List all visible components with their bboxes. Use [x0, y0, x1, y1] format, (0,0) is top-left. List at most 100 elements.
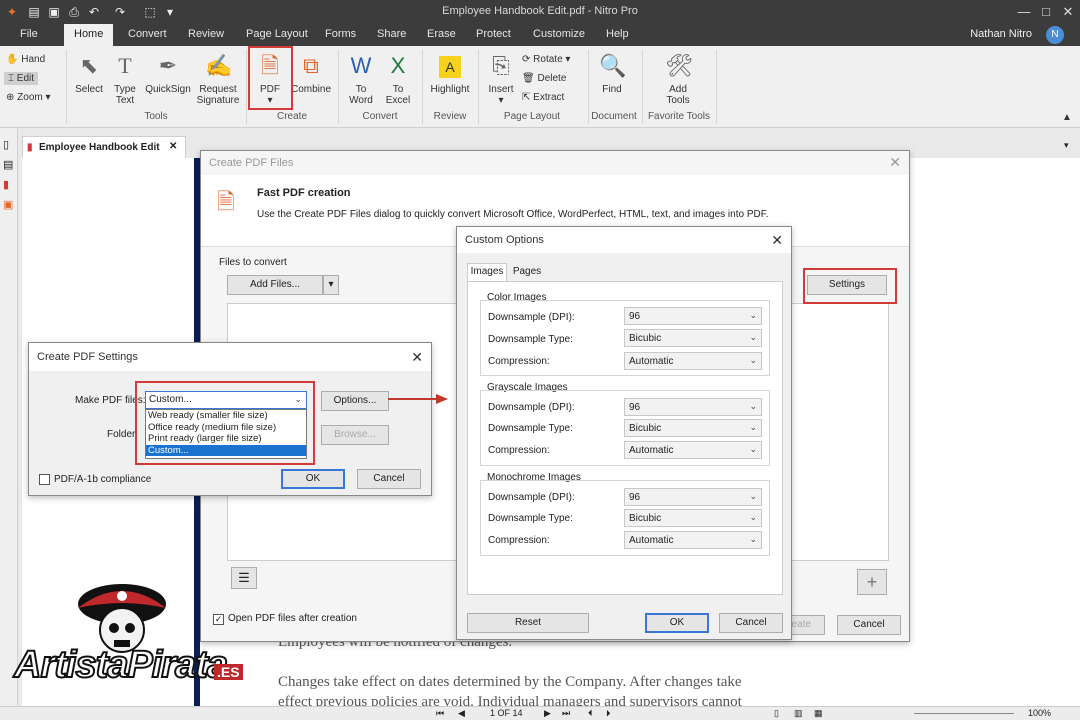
cancel-button[interactable]: Cancel [357, 469, 421, 489]
tab-file[interactable]: File [20, 28, 38, 40]
chevron-down-icon: ⌄ [749, 355, 757, 365]
group-document-label: Document [591, 111, 637, 122]
tabs-dropdown-icon[interactable]: ▾ [1064, 140, 1069, 151]
edit-tool[interactable]: ⌶ Edit [4, 72, 39, 85]
select-button[interactable]: ⬉ Select [72, 52, 106, 95]
combine-button[interactable]: ⧉ Combine [290, 52, 332, 95]
cancel-button[interactable]: Cancel [719, 613, 783, 633]
insert-button[interactable]: ⎘ Insert ▾ [482, 52, 520, 106]
collapse-ribbon-icon[interactable]: ▲ [1062, 112, 1072, 123]
divider [478, 50, 479, 124]
back-icon[interactable]: ⏴ [588, 708, 593, 719]
mono-compression-select[interactable]: Automatic ⌄ [624, 531, 762, 549]
delete-button[interactable]: 🗑 Delete [522, 73, 566, 84]
dialog-title: Custom Options [465, 234, 544, 246]
ribbon: ✋ Hand ⌶ Edit ⊕ Zoom ▾ ⬉ Select T Type Text… [0, 46, 1080, 128]
add-files-button[interactable]: Add Files... [227, 275, 323, 295]
highlight-button[interactable]: A Highlight [426, 52, 474, 95]
cancel-button[interactable]: Cancel [837, 615, 901, 635]
next-page-icon[interactable]: ▶ [544, 708, 551, 719]
request-signature-button[interactable]: ✍ Request Signature [194, 52, 242, 106]
page-indicator[interactable]: 1 OF 14 [490, 708, 523, 718]
folder-label: Folder [107, 429, 136, 440]
color-type-select[interactable]: Bicubic ⌄ [624, 329, 762, 347]
zoom-level[interactable]: 100% [1028, 708, 1051, 718]
first-page-icon[interactable]: ⏮ [436, 708, 444, 719]
chevron-down-icon: ⌄ [749, 401, 757, 411]
close-tab-icon[interactable]: ✕ [169, 141, 177, 152]
forward-icon[interactable]: ⏵ [606, 708, 611, 719]
document-tab[interactable]: ▮ Employee Handbook Edit ✕ [22, 136, 186, 158]
window-title: Employee Handbook Edit.pdf - Nitro Pro [442, 5, 638, 17]
close-icon[interactable]: ✕ [1056, 2, 1080, 22]
find-button[interactable]: 🔍 Find [594, 52, 630, 95]
mono-type-select[interactable]: Bicubic ⌄ [624, 509, 762, 527]
chevron-down-icon: ⌄ [749, 491, 757, 501]
color-compression-select[interactable]: Automatic ⌄ [624, 352, 762, 370]
comments-icon[interactable]: ▣ [3, 198, 13, 211]
close-icon[interactable]: ✕ [889, 154, 901, 171]
gray-type-select[interactable]: Bicubic ⌄ [624, 419, 762, 437]
options-button[interactable]: Options... [321, 391, 389, 411]
hand-tool[interactable]: ✋ Hand [6, 54, 45, 65]
pages-icon[interactable]: ▯ [3, 138, 9, 151]
avatar[interactable]: N [1046, 26, 1064, 44]
gray-compression-select[interactable]: Automatic ⌄ [624, 441, 762, 459]
to-excel-button[interactable]: X To Excel [381, 52, 415, 106]
last-page-icon[interactable]: ⏭ [562, 708, 570, 719]
rotate-button[interactable]: ⟳ Rotate ▾ [522, 54, 570, 65]
close-icon[interactable]: ✕ [771, 232, 783, 249]
divider [246, 50, 247, 124]
mono-downsample-select[interactable]: 96 ⌄ [624, 488, 762, 506]
maximize-icon[interactable]: □ [1034, 2, 1058, 22]
tab-share[interactable]: Share [377, 28, 406, 40]
to-word-button[interactable]: W To Word [344, 52, 378, 106]
group-review-label: Review [433, 111, 467, 122]
excel-icon: X [390, 53, 406, 78]
tab-convert[interactable]: Convert [128, 28, 167, 40]
tab-erase[interactable]: Erase [427, 28, 456, 40]
tab-home[interactable]: Home [64, 24, 114, 46]
tab-review[interactable]: Review [188, 28, 224, 40]
add-tools-button[interactable]: 🛠 Add Tools [656, 52, 700, 106]
attachments-icon[interactable]: ▮ [3, 178, 9, 191]
add-icon[interactable]: + [857, 569, 887, 595]
tab-customize[interactable]: Customize [533, 28, 585, 40]
browse-button[interactable]: Browse... [321, 425, 389, 445]
continuous-view-icon[interactable]: ▥ [794, 708, 803, 719]
ok-button[interactable]: OK [281, 469, 345, 489]
bookmarks-icon[interactable]: ▤ [3, 158, 13, 171]
tab-pages[interactable]: Pages [509, 265, 545, 281]
delete-icon: 🗑 [522, 73, 535, 84]
group-tools-label: Tools [144, 111, 168, 122]
close-icon[interactable]: ✕ [411, 349, 423, 366]
custom-options-dialog: Custom Options ✕ Images Pages Color Imag… [456, 226, 792, 640]
reset-button[interactable]: Reset [467, 613, 589, 633]
extract-button[interactable]: ⇱ Extract [522, 92, 564, 103]
watermark-suffix: .ES [214, 664, 243, 680]
tab-images[interactable]: Images [467, 263, 507, 281]
tab-help[interactable]: Help [606, 28, 629, 40]
quicksign-button[interactable]: ✒ QuickSign [144, 52, 192, 95]
compression-label: Compression: [488, 445, 550, 456]
zoom-slider[interactable] [914, 713, 1014, 714]
gray-downsample-select[interactable]: 96 ⌄ [624, 398, 762, 416]
highlight-box-pdf [248, 46, 293, 110]
rotate-icon: ⟳ [522, 54, 531, 65]
zoom-tool[interactable]: ⊕ Zoom ▾ [6, 92, 51, 103]
arrow-right-icon [388, 394, 448, 404]
prev-page-icon[interactable]: ◀ [458, 708, 465, 719]
pdfa-checkbox[interactable] [39, 474, 50, 485]
add-files-dropdown-icon[interactable]: ▾ [323, 275, 339, 295]
user-name[interactable]: Nathan Nitro [970, 28, 1032, 40]
facing-view-icon[interactable]: ▦ [814, 708, 823, 719]
tab-protect[interactable]: Protect [476, 28, 511, 40]
ok-button[interactable]: OK [645, 613, 709, 633]
tab-page-layout[interactable]: Page Layout [246, 28, 308, 40]
single-page-view-icon[interactable]: ▯ [774, 708, 779, 719]
tab-forms[interactable]: Forms [325, 28, 356, 40]
minimize-icon[interactable]: — [1012, 2, 1036, 22]
color-downsample-select[interactable]: 96 ⌄ [624, 307, 762, 325]
chevron-down-icon: ⌄ [749, 332, 757, 342]
type-text-button[interactable]: T Type Text [108, 52, 142, 106]
